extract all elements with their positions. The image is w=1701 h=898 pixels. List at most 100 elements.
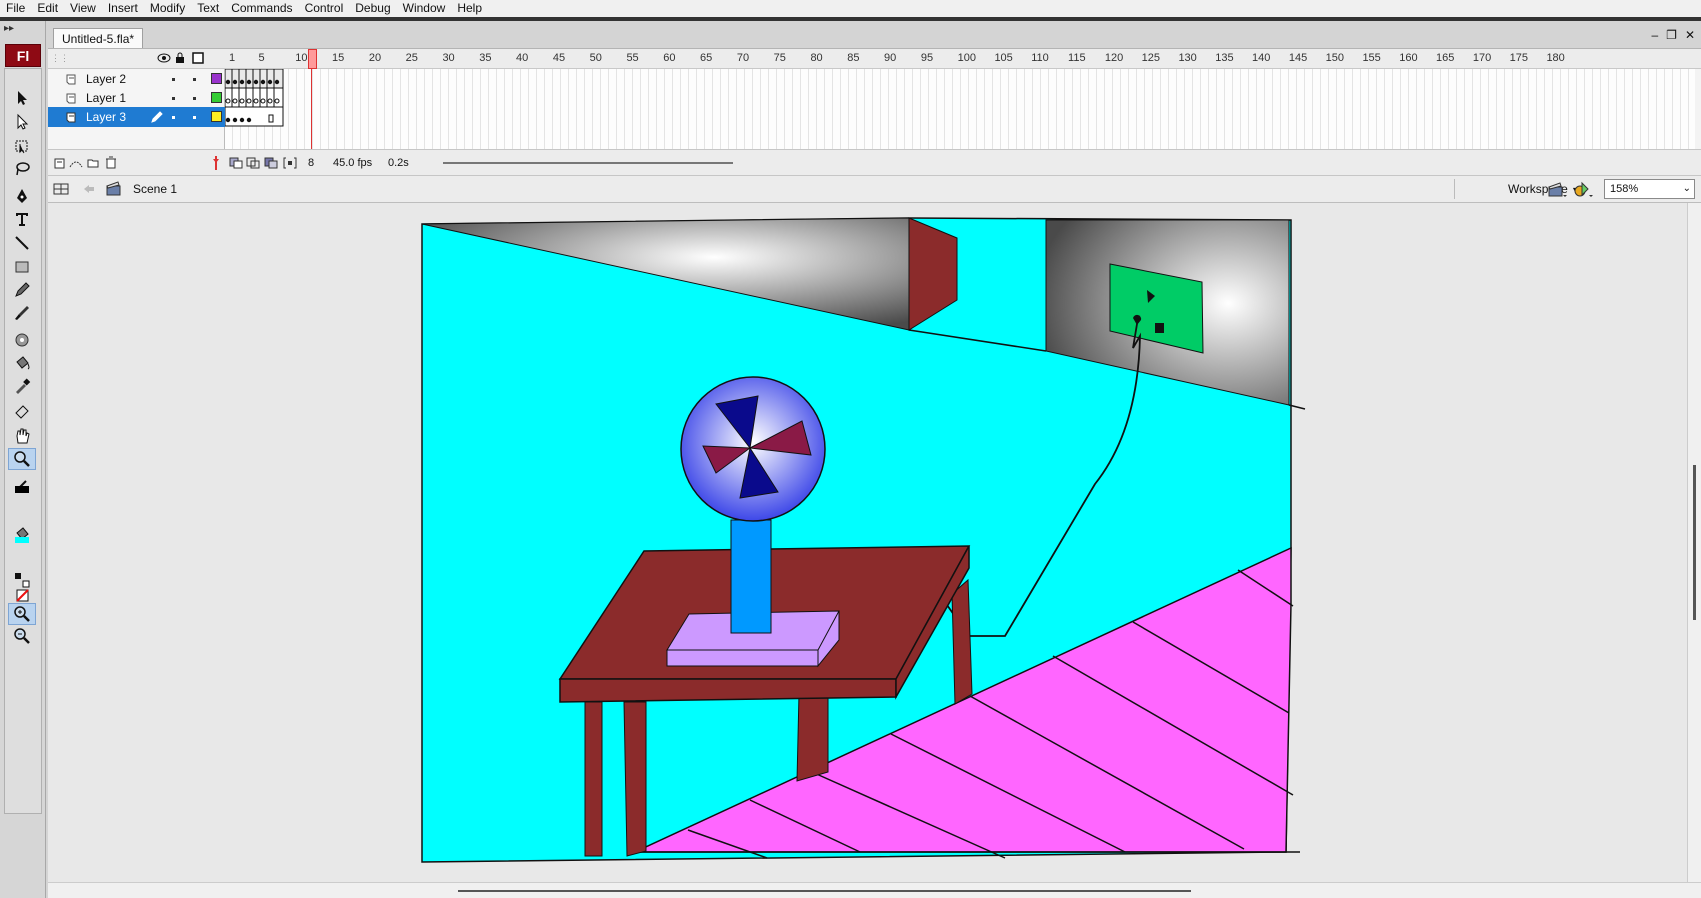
stroke-color-icon[interactable] bbox=[8, 474, 36, 496]
table-back-leg[interactable] bbox=[796, 693, 829, 782]
timeline-toggle-icon[interactable] bbox=[53, 181, 69, 197]
visibility-dot[interactable] bbox=[172, 97, 175, 100]
line-tool-icon[interactable] bbox=[8, 232, 36, 254]
frame-rate[interactable]: 45.0 fps bbox=[333, 157, 372, 169]
layer-row-layer-2[interactable]: Layer 2 bbox=[48, 69, 225, 89]
keyframes-block[interactable] bbox=[225, 69, 295, 129]
timeline-panel: ⋮⋮ 1 5 10 15 20 25 30 35 40 45 50 55 60 65 70 75 80 85 90 9… bbox=[48, 48, 1701, 176]
motion-guide-icon[interactable] bbox=[69, 157, 83, 169]
frame-ruler[interactable]: 1 5 10 15 20 25 30 35 40 45 50 55 60 65 70 75 80 85 90 95 10… bbox=[225, 49, 1695, 69]
collapse-panel-icon[interactable]: ▸▸ bbox=[4, 23, 14, 34]
menu-item-view[interactable]: View bbox=[64, 0, 102, 17]
visibility-dot[interactable] bbox=[172, 116, 175, 119]
fill-color-icon[interactable] bbox=[8, 523, 36, 545]
menu-item-help[interactable]: Help bbox=[451, 0, 488, 17]
menu-item-file[interactable]: File bbox=[0, 0, 31, 17]
playhead-icon[interactable] bbox=[308, 49, 317, 69]
edit-multiple-frames-icon[interactable] bbox=[264, 157, 278, 169]
gripper-icon[interactable]: ⋮⋮ bbox=[51, 53, 69, 64]
back-arrow-icon[interactable] bbox=[82, 183, 96, 195]
minimize-icon[interactable]: – bbox=[1651, 28, 1658, 42]
scroll-thumb[interactable] bbox=[458, 890, 1191, 892]
fan-base-front[interactable] bbox=[666, 649, 819, 667]
layer-name[interactable]: Layer 1 bbox=[86, 91, 146, 105]
frame-tick-label: 180 bbox=[1546, 52, 1565, 64]
table-front-leg[interactable] bbox=[623, 701, 647, 857]
new-layer-icon[interactable] bbox=[54, 157, 66, 169]
window-controls: – ❐ ✕ bbox=[1651, 28, 1695, 42]
brush-tool-icon[interactable] bbox=[8, 302, 36, 324]
onion-skin-icon[interactable] bbox=[229, 157, 243, 169]
document-tab[interactable]: Untitled-5.fla* bbox=[53, 28, 144, 49]
pencil-tool-icon[interactable] bbox=[8, 279, 36, 301]
zoom-dropdown[interactable]: 158% ⌄ bbox=[1604, 179, 1695, 199]
outline-color-swatch[interactable] bbox=[211, 111, 222, 122]
layer-icon bbox=[66, 112, 76, 123]
eyedropper-tool-icon[interactable] bbox=[8, 375, 36, 397]
vertical-scrollbar[interactable] bbox=[1687, 203, 1701, 898]
menu-item-modify[interactable]: Modify bbox=[144, 0, 191, 17]
frame-tick-label: 125 bbox=[1141, 52, 1160, 64]
stage-canvas[interactable] bbox=[48, 203, 1687, 882]
delete-layer-icon[interactable] bbox=[105, 156, 117, 169]
fan-stand[interactable] bbox=[730, 519, 772, 634]
outline-color-swatch[interactable] bbox=[211, 92, 222, 103]
eraser-tool-icon[interactable] bbox=[8, 399, 36, 421]
outline-color-swatch[interactable] bbox=[211, 73, 222, 84]
new-folder-icon[interactable] bbox=[87, 157, 99, 169]
lock-dot[interactable] bbox=[193, 78, 196, 81]
layer-name[interactable]: Layer 2 bbox=[86, 72, 146, 86]
tools-panel: ▸▸ Fl bbox=[0, 21, 46, 898]
menu-item-debug[interactable]: Debug bbox=[349, 0, 396, 17]
table-back-leg[interactable] bbox=[951, 578, 973, 705]
paint-bucket-tool-icon[interactable] bbox=[8, 352, 36, 374]
lock-dot[interactable] bbox=[193, 116, 196, 119]
restore-icon[interactable]: ❐ bbox=[1666, 28, 1677, 42]
timeline-hscroll[interactable] bbox=[443, 162, 733, 164]
menu-item-insert[interactable]: Insert bbox=[102, 0, 144, 17]
text-tool-icon[interactable] bbox=[8, 208, 36, 230]
table-front-leg[interactable] bbox=[584, 701, 603, 857]
frame-tick-label: 15 bbox=[332, 52, 345, 64]
zoom-out-icon[interactable] bbox=[8, 625, 36, 647]
modify-onion-markers-icon[interactable] bbox=[283, 157, 297, 169]
zoom-in-icon[interactable] bbox=[8, 603, 36, 625]
free-transform-tool-icon[interactable] bbox=[8, 135, 36, 157]
zoom-tool-icon[interactable] bbox=[8, 448, 36, 470]
show-all-layers-icon[interactable] bbox=[157, 53, 171, 63]
lasso-tool-icon[interactable] bbox=[8, 158, 36, 180]
frames-grid[interactable] bbox=[225, 69, 1695, 149]
visibility-dot[interactable] bbox=[172, 78, 175, 81]
workspace-dropdown[interactable]: Workspace ▼ bbox=[1508, 182, 1580, 196]
lock-dot[interactable] bbox=[193, 97, 196, 100]
scene-name[interactable]: Scene 1 bbox=[133, 182, 177, 196]
selection-tool-icon[interactable] bbox=[8, 87, 36, 109]
rectangle-tool-icon[interactable] bbox=[8, 256, 36, 278]
frame-tick-label: 135 bbox=[1215, 52, 1234, 64]
layer-name[interactable]: Layer 3 bbox=[86, 110, 146, 124]
close-icon[interactable]: ✕ bbox=[1685, 28, 1695, 42]
pen-tool-icon[interactable] bbox=[8, 185, 36, 207]
layer-row-layer-3[interactable]: Layer 3 bbox=[48, 107, 225, 127]
onion-outlines-icon[interactable] bbox=[246, 157, 260, 169]
edit-scene-icon[interactable] bbox=[1548, 182, 1568, 198]
layer-row-layer-1[interactable]: Layer 1 bbox=[48, 88, 225, 108]
frame-tick-label: 50 bbox=[589, 52, 602, 64]
edit-symbols-icon[interactable] bbox=[1574, 181, 1594, 198]
bone-tool-icon[interactable] bbox=[8, 329, 36, 351]
center-frame-icon[interactable] bbox=[212, 156, 220, 170]
scroll-thumb[interactable] bbox=[1693, 465, 1696, 620]
outline-all-layers-icon[interactable] bbox=[192, 52, 204, 64]
menu-item-edit[interactable]: Edit bbox=[31, 0, 64, 17]
menu-item-window[interactable]: Window bbox=[397, 0, 452, 17]
menu-item-commands[interactable]: Commands bbox=[225, 0, 298, 17]
lock-all-layers-icon[interactable] bbox=[175, 52, 185, 64]
menu-item-control[interactable]: Control bbox=[299, 0, 350, 17]
stage-area[interactable] bbox=[48, 203, 1701, 898]
horizontal-scrollbar[interactable] bbox=[48, 882, 1701, 898]
subselection-tool-icon[interactable] bbox=[8, 111, 36, 133]
hand-tool-icon[interactable] bbox=[8, 425, 36, 447]
layer-icon bbox=[66, 74, 76, 85]
frame-tick-label: 80 bbox=[810, 52, 823, 64]
menu-item-text[interactable]: Text bbox=[191, 0, 225, 17]
